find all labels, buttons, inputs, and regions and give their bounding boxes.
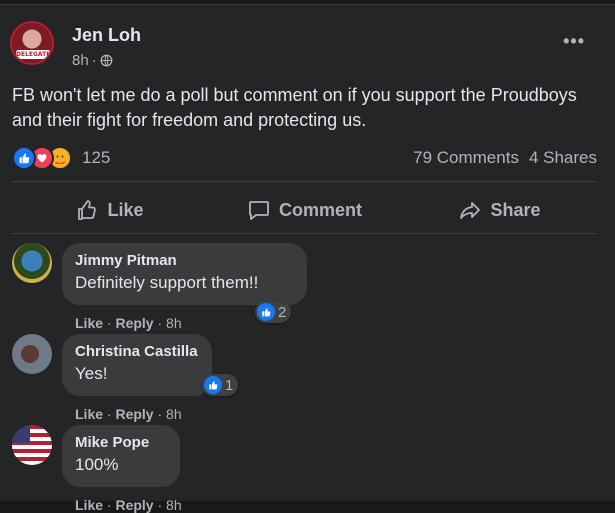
- thumbs-up-icon: [78, 200, 97, 220]
- like-reaction-icon: [204, 376, 222, 394]
- reaction-count: 125: [82, 148, 111, 167]
- author-name[interactable]: Jen Loh: [72, 25, 141, 46]
- commenter-avatar[interactable]: [12, 334, 52, 374]
- shares-count-link[interactable]: 4 Shares: [529, 148, 597, 168]
- comment-time[interactable]: 8h: [166, 406, 182, 422]
- like-button[interactable]: Like: [12, 187, 207, 233]
- comment-actions: Like · Reply · 8h: [75, 406, 182, 422]
- comment-label: Comment: [278, 199, 362, 220]
- comment-bubble: Christina Castilla Yes!: [62, 334, 212, 396]
- comment-actions: Like · Reply · 8h: [75, 497, 182, 513]
- meta-separator: ·: [91, 52, 97, 69]
- like-label: Like: [107, 199, 144, 220]
- comment-text: 100%: [75, 455, 119, 474]
- comment-text: Yes!: [75, 364, 108, 383]
- comment-like-link[interactable]: Like: [75, 315, 103, 331]
- comment-reply-link[interactable]: Reply: [115, 406, 153, 422]
- comment-icon: [249, 201, 269, 220]
- flag-canton: [12, 425, 30, 443]
- comment-item: Christina Castilla Yes! 1 Like · Reply ·…: [12, 334, 602, 422]
- post-time[interactable]: 8h: [72, 52, 89, 69]
- share-button[interactable]: Share: [402, 187, 597, 233]
- comment-time[interactable]: 8h: [166, 497, 182, 513]
- divider-top: [12, 181, 597, 182]
- share-label: Share: [490, 199, 541, 220]
- action-bar: Like Comment Share: [12, 187, 597, 233]
- comment-item: Jimmy Pitman Definitely support them!! 2…: [12, 243, 602, 331]
- like-reaction-icon: [257, 303, 275, 321]
- comment-like-link[interactable]: Like: [75, 406, 103, 422]
- post-meta: 8h ·: [72, 52, 113, 69]
- comment-reaction-count: 1: [225, 376, 234, 394]
- comment-actions: Like · Reply · 8h: [75, 315, 182, 331]
- commenter-avatar[interactable]: [12, 243, 52, 283]
- divider-bottom: [12, 233, 597, 234]
- post-text: FB won't let me do a poll but comment on…: [12, 85, 577, 130]
- share-icon: [460, 202, 481, 219]
- reaction-summary[interactable]: 125: [12, 145, 110, 171]
- comment-item: Mike Pope 100% Like · Reply · 8h: [12, 425, 602, 513]
- comment-reply-link[interactable]: Reply: [115, 315, 153, 331]
- comment-reaction-badge[interactable]: 2: [255, 301, 292, 323]
- post-header: DELEGATE Jen Loh 8h · •••: [10, 19, 605, 75]
- comment-button[interactable]: Comment: [207, 187, 402, 233]
- commenter-name[interactable]: Mike Pope: [75, 434, 166, 451]
- more-options-button[interactable]: •••: [563, 31, 585, 52]
- comments-count-link[interactable]: 79 Comments: [413, 148, 519, 168]
- avatar-badge: DELEGATE: [16, 50, 51, 59]
- globe-icon: [100, 54, 113, 67]
- commenter-name[interactable]: Christina Castilla: [75, 343, 198, 360]
- comment-reaction-badge[interactable]: 1: [202, 374, 239, 396]
- author-avatar[interactable]: DELEGATE: [10, 21, 54, 65]
- like-reaction-icon: [12, 146, 36, 170]
- comment-bubble: Mike Pope 100%: [62, 425, 180, 487]
- post-stats: 79 Comments 4 Shares: [413, 148, 597, 168]
- commenter-name[interactable]: Jimmy Pitman: [75, 252, 293, 269]
- comment-time[interactable]: 8h: [166, 315, 182, 331]
- comment-bubble: Jimmy Pitman Definitely support them!!: [62, 243, 307, 305]
- post-card: DELEGATE Jen Loh 8h · ••• FB won't let m…: [0, 4, 615, 513]
- commenter-avatar[interactable]: [12, 425, 52, 465]
- comment-like-link[interactable]: Like: [75, 497, 103, 513]
- comment-reaction-count: 2: [278, 303, 287, 321]
- comment-text: Definitely support them!!: [75, 273, 259, 292]
- comment-reply-link[interactable]: Reply: [115, 497, 153, 513]
